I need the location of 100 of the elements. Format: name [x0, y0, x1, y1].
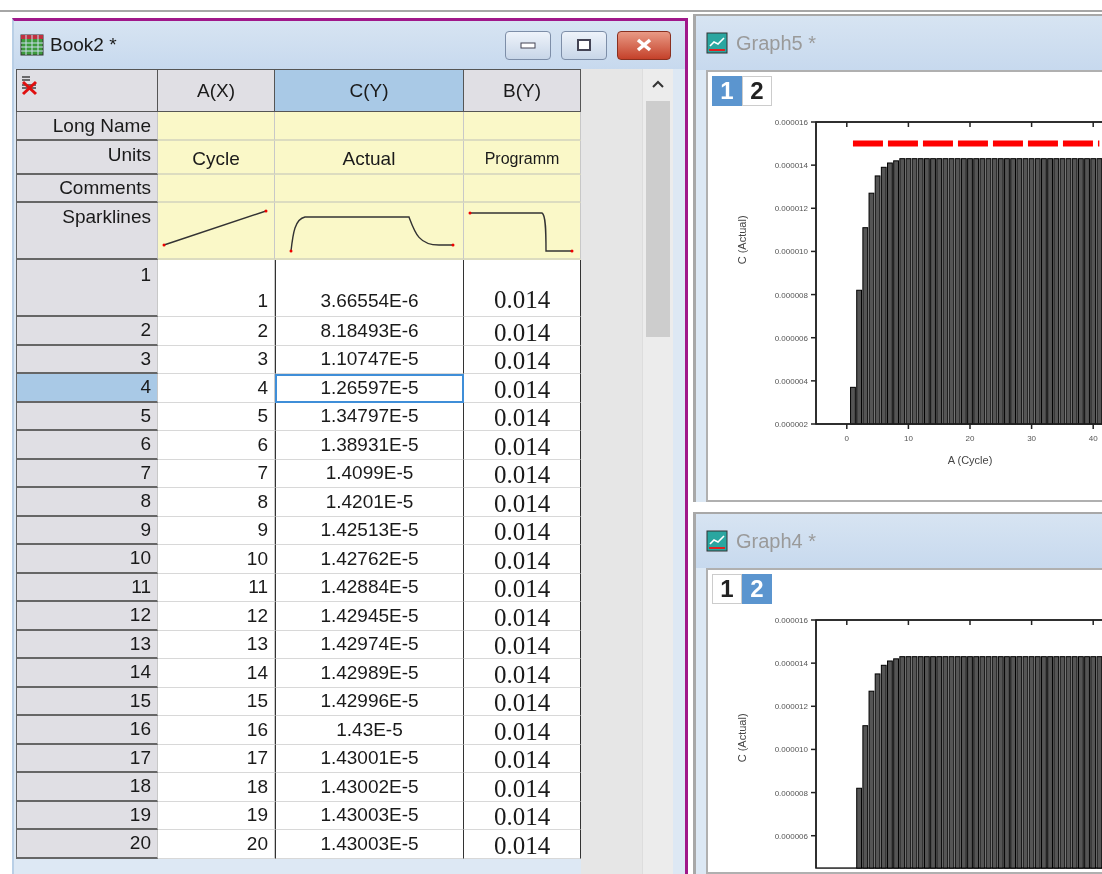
window-title: Book2 *	[50, 34, 117, 56]
table-cell: 1.42513E-5	[275, 516, 464, 545]
row-header[interactable]: 4	[16, 374, 158, 403]
column-header[interactable]: A(X)	[158, 69, 275, 112]
table-cell: 1.4099E-5	[275, 459, 464, 488]
scroll-up-icon[interactable]	[651, 79, 665, 89]
maximize-icon	[577, 39, 591, 51]
table-cell: 3	[158, 345, 275, 374]
row-header[interactable]: 15	[16, 687, 158, 716]
minimize-icon	[520, 41, 536, 49]
table-cell: 2	[158, 317, 275, 346]
row-header[interactable]: 10	[16, 545, 158, 574]
table-cell: 1.43002E-5	[275, 773, 464, 802]
tick-label: 0.000016	[774, 118, 808, 127]
table-cell: 1.43001E-5	[275, 744, 464, 773]
row-label: Units	[16, 141, 158, 175]
close-button[interactable]	[617, 30, 671, 60]
table-cell: 10	[158, 545, 275, 574]
minimize-button[interactable]	[505, 30, 551, 60]
table-cell: 0.014	[464, 545, 581, 574]
scroll-thumb[interactable]	[646, 101, 670, 337]
row-label: Long Name	[16, 112, 158, 141]
row-header[interactable]: 8	[16, 488, 158, 517]
layer-tab[interactable]: 1	[712, 574, 742, 604]
row-header[interactable]: 14	[16, 659, 158, 688]
table-cell: 1.42945E-5	[275, 602, 464, 631]
table-cell: 13	[158, 630, 275, 659]
row-header[interactable]: 7	[16, 459, 158, 488]
table-cell: 11	[158, 573, 275, 602]
table-cell: 0.014	[464, 630, 581, 659]
window-title: Graph5 *	[736, 31, 817, 55]
row-header[interactable]: 16	[16, 716, 158, 745]
sort-icon	[20, 74, 40, 96]
tick-label: 20	[965, 434, 975, 443]
table-cell: 1.43E-5	[275, 716, 464, 745]
row-header[interactable]: 5	[16, 402, 158, 431]
row-header[interactable]: 11	[16, 573, 158, 602]
tick-label: 0.000016	[774, 616, 808, 625]
table-cell: 0.014	[464, 801, 581, 830]
table-cell: 0.014	[464, 744, 581, 773]
table-cell: 1.4201E-5	[275, 488, 464, 517]
table-cell: 1.42996E-5	[275, 687, 464, 716]
row-header[interactable]: 9	[16, 516, 158, 545]
maximize-button[interactable]	[561, 30, 607, 60]
row-header[interactable]: 19	[16, 801, 158, 830]
table-cell: 1.42974E-5	[275, 630, 464, 659]
table-cell: 1.43003E-5	[275, 801, 464, 830]
tick-label: 0.000006	[774, 831, 808, 841]
tick-label: 0.000006	[774, 333, 808, 343]
tick-label: 0.000012	[774, 702, 808, 712]
table-cell: 0.014	[464, 516, 581, 545]
table-cell: 0.014	[464, 659, 581, 688]
row-header[interactable]: 12	[16, 602, 158, 631]
axis-title: A (Cycle)	[947, 454, 993, 466]
row-header[interactable]: 6	[16, 431, 158, 460]
table-cell: 9	[158, 516, 275, 545]
column-header[interactable]: C(Y)	[275, 69, 464, 112]
table-cell: 0.014	[464, 317, 581, 346]
corner-header[interactable]	[16, 69, 158, 112]
close-icon	[636, 38, 652, 52]
row-header[interactable]: 20	[16, 830, 158, 859]
grid-icon	[20, 34, 44, 56]
table-cell: 1.26597E-5	[275, 374, 464, 403]
table-cell: 0.014	[464, 488, 581, 517]
table-cell: 8.18493E-6	[275, 317, 464, 346]
tick-label: 0.000004	[774, 376, 808, 386]
table-cell: 1.42884E-5	[275, 573, 464, 602]
column-header[interactable]: B(Y)	[464, 69, 581, 112]
tick-label: 10	[903, 434, 913, 443]
layer-tab[interactable]: 2	[742, 76, 772, 106]
table-cell: 0.014	[464, 773, 581, 802]
tick-label: 0.000014	[774, 659, 808, 669]
table-cell: 16	[158, 716, 275, 745]
table-cell: 7	[158, 459, 275, 488]
row-header[interactable]: 13	[16, 630, 158, 659]
tick-label: 0.000012	[774, 204, 808, 214]
table-cell: 1.38931E-5	[275, 431, 464, 460]
table-cell: 15	[158, 687, 275, 716]
tick-label: 0.000008	[774, 788, 808, 798]
scrollbar[interactable]	[642, 69, 673, 874]
graph-icon	[706, 32, 728, 54]
table-cell: Programm	[464, 141, 581, 175]
row-header[interactable]: 3	[16, 345, 158, 374]
tick-label: 0.000002	[774, 420, 808, 429]
table-cell: 0.014	[464, 459, 581, 488]
table-cell: 3.66554E-6	[275, 260, 464, 317]
table-cell: 1	[158, 260, 275, 317]
tick-label: 0.000010	[774, 247, 808, 257]
table-cell: 0.014	[464, 260, 581, 317]
table-cell: 12	[158, 602, 275, 631]
table-cell: 1.43003E-5	[275, 830, 464, 859]
row-label: Sparklines	[16, 203, 158, 260]
row-header[interactable]: 1	[16, 260, 158, 317]
table-cell: 0.014	[464, 402, 581, 431]
row-header[interactable]: 17	[16, 744, 158, 773]
table-cell: 20	[158, 830, 275, 859]
table-cell: 0.014	[464, 431, 581, 460]
row-header[interactable]: 2	[16, 317, 158, 346]
row-header[interactable]: 18	[16, 773, 158, 802]
axis-title: C (Actual)	[736, 713, 748, 763]
